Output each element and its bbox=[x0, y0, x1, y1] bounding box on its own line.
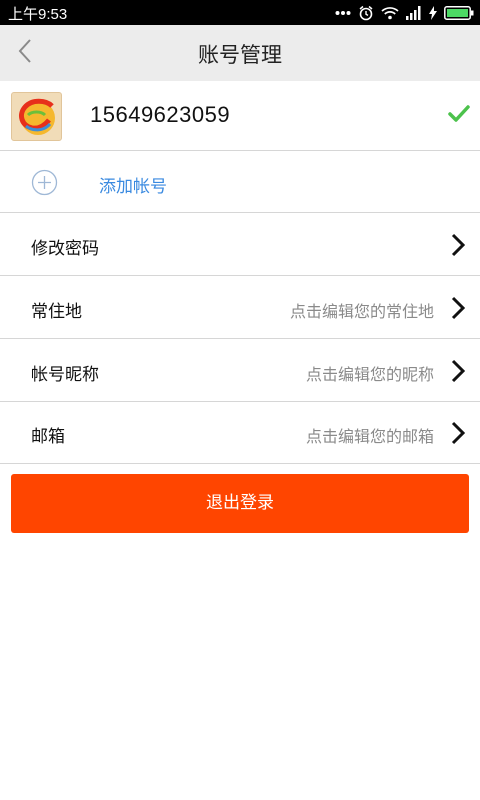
signal-icon bbox=[406, 6, 422, 20]
checkmark-icon bbox=[448, 105, 470, 127]
plus-circle-icon bbox=[31, 169, 58, 200]
residence-row[interactable]: 常住地 点击编辑您的常住地 bbox=[0, 277, 480, 339]
nickname-label: 帐号昵称 bbox=[31, 365, 99, 385]
title-bar: 账号管理 bbox=[0, 25, 480, 81]
residence-hint: 点击编辑您的常住地 bbox=[289, 302, 434, 321]
status-time: 上午9:53 bbox=[8, 6, 68, 23]
add-account-label: 添加帐号 bbox=[99, 177, 167, 197]
alarm-icon bbox=[358, 5, 374, 21]
battery-icon bbox=[444, 6, 474, 20]
nickname-hint: 点击编辑您的昵称 bbox=[305, 365, 434, 384]
residence-label: 常住地 bbox=[31, 302, 82, 322]
charging-icon bbox=[429, 6, 437, 20]
email-row[interactable]: 邮箱 点击编辑您的邮箱 bbox=[0, 402, 480, 464]
change-password-row[interactable]: 修改密码 bbox=[0, 214, 480, 276]
current-account-row[interactable]: 15649623059 bbox=[0, 81, 480, 151]
nickname-row[interactable]: 帐号昵称 点击编辑您的昵称 bbox=[0, 340, 480, 402]
status-bar: 上午9:53 bbox=[0, 0, 480, 25]
status-icons bbox=[335, 4, 474, 22]
add-account-button[interactable]: 添加帐号 bbox=[0, 152, 480, 213]
change-password-label: 修改密码 bbox=[31, 239, 99, 259]
email-label: 邮箱 bbox=[31, 427, 65, 447]
logout-button[interactable]: 退出登录 bbox=[11, 474, 469, 533]
chevron-right-icon bbox=[451, 233, 466, 261]
chevron-right-icon bbox=[451, 359, 466, 387]
more-dots-icon bbox=[335, 10, 351, 16]
wifi-icon bbox=[381, 6, 399, 20]
page-title: 账号管理 bbox=[198, 43, 282, 67]
app-logo-avatar bbox=[11, 92, 62, 141]
email-hint: 点击编辑您的邮箱 bbox=[305, 427, 434, 446]
chevron-right-icon bbox=[451, 296, 466, 324]
account-number: 15649623059 bbox=[90, 102, 231, 127]
chevron-right-icon bbox=[451, 421, 466, 449]
